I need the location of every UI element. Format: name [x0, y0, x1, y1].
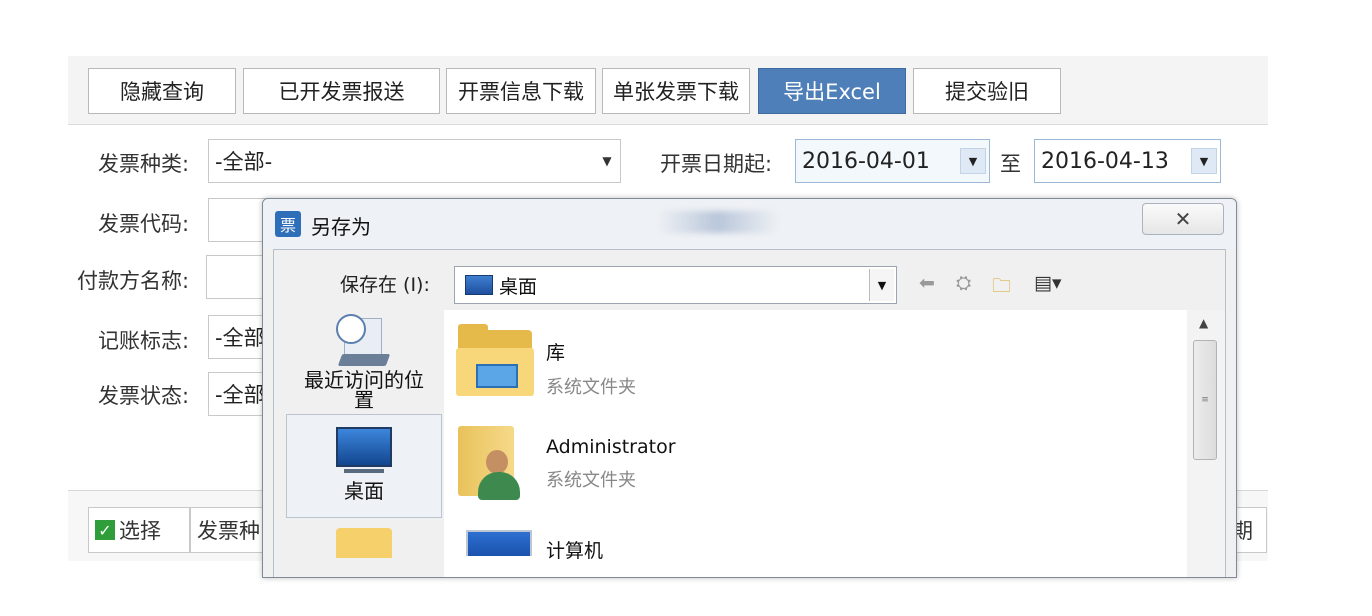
blurred-title-region — [658, 211, 778, 233]
file-type: 系统文件夹 — [546, 470, 636, 491]
download-invoice-info-button[interactable]: 开票信息下载 — [446, 68, 596, 114]
place-recent[interactable]: 最近访问的位置 — [286, 314, 442, 410]
save-in-value: 桌面 — [499, 275, 538, 298]
dialog-title: 另存为 — [311, 215, 371, 239]
posting-flag-value: -全部 — [215, 326, 265, 350]
file-type: 系统文件夹 — [546, 377, 636, 398]
invoice-type-select[interactable]: -全部- ▼ — [208, 139, 621, 183]
library-folder-icon — [456, 324, 536, 398]
place-desktop[interactable]: 桌面 — [286, 414, 442, 518]
folder-icon — [336, 528, 392, 558]
select-label: 选择 — [119, 519, 161, 543]
date-from-value: 2016-04-01 — [802, 148, 930, 174]
report-issued-invoices-button[interactable]: 已开发票报送 — [243, 68, 440, 114]
export-excel-button[interactable]: 导出Excel — [758, 68, 906, 114]
file-list: 库 系统文件夹 Administrator 系统文件夹 计算机 ▲ ≡ — [444, 310, 1225, 577]
back-arrow-icon[interactable]: ⬅ — [919, 272, 935, 294]
new-folder-icon[interactable]: 🗀 — [992, 272, 1011, 304]
download-single-invoice-button[interactable]: 单张发票下载 — [602, 68, 750, 114]
invoice-code-label: 发票代码: — [98, 212, 190, 236]
scroll-up-icon[interactable]: ▲ — [1199, 316, 1208, 330]
app-icon: 票 — [275, 211, 301, 237]
list-item[interactable]: Administrator 系统文件夹 — [456, 420, 676, 500]
save-as-dialog: 票 另存为 ✕ 保存在 (I): 桌面 ▼ ⬅ ⛭ 🗀 ▤▾ 最近访问的位置 桌… — [262, 198, 1237, 578]
save-in-label: 保存在 (I): — [340, 274, 430, 296]
close-icon: ✕ — [1174, 207, 1192, 231]
vertical-scrollbar[interactable]: ▲ ≡ — [1187, 310, 1225, 577]
desktop-icon — [465, 275, 493, 295]
scrollbar-thumb[interactable]: ≡ — [1193, 340, 1217, 460]
invoice-type-column-label: 发票种 — [197, 519, 260, 543]
chevron-down-icon[interactable]: ▼ — [1191, 148, 1217, 174]
date-from-field[interactable]: 2016-04-01 ▼ — [795, 139, 990, 183]
places-bar: 最近访问的位置 桌面 — [286, 310, 442, 577]
place-libraries[interactable] — [286, 520, 442, 577]
checkbox-icon[interactable]: ✓ — [95, 520, 115, 540]
submit-verify-old-button[interactable]: 提交验旧 — [913, 68, 1061, 114]
posting-flag-label: 记账标志: — [98, 329, 190, 353]
up-folder-icon[interactable]: ⛭ — [956, 272, 971, 294]
date-to-label: 至 — [1000, 152, 1021, 176]
list-item[interactable]: 库 系统文件夹 — [456, 324, 636, 399]
invoice-status-label: 发票状态: — [98, 384, 190, 408]
invoice-type-value: -全部- — [215, 150, 273, 174]
file-name: Administrator — [546, 436, 676, 458]
list-item[interactable]: 计算机 — [456, 524, 603, 563]
payer-name-label: 付款方名称: — [77, 269, 190, 293]
date-to-value: 2016-04-13 — [1041, 148, 1169, 174]
invoice-status-value: -全部 — [215, 383, 265, 407]
chevron-down-icon[interactable]: ▼ — [869, 269, 894, 301]
chevron-down-icon[interactable]: ▼ — [960, 148, 986, 174]
invoice-type-column-header[interactable]: 发票种 — [190, 507, 270, 553]
computer-icon — [456, 524, 532, 556]
dialog-body: 保存在 (I): 桌面 ▼ ⬅ ⛭ 🗀 ▤▾ 最近访问的位置 桌面 库 系统文件… — [273, 249, 1226, 577]
place-desktop-label: 桌面 — [344, 479, 384, 503]
place-recent-label: 最近访问的位置 — [304, 368, 424, 412]
invoice-type-label: 发票种类: — [98, 152, 190, 176]
date-from-label: 开票日期起: — [660, 152, 773, 176]
recent-places-icon — [334, 314, 394, 366]
close-button[interactable]: ✕ — [1142, 203, 1224, 235]
date-to-field[interactable]: 2016-04-13 ▼ — [1034, 139, 1221, 183]
dialog-titlebar[interactable]: 票 另存为 ✕ — [263, 199, 1236, 249]
select-column-header[interactable]: ✓ 选择 — [88, 507, 190, 553]
view-menu-icon[interactable]: ▤▾ — [1034, 272, 1062, 294]
file-name: 计算机 — [546, 540, 604, 562]
chevron-down-icon[interactable]: ▼ — [594, 140, 620, 182]
save-in-select[interactable]: 桌面 ▼ — [454, 266, 897, 304]
hide-query-button[interactable]: 隐藏查询 — [88, 68, 236, 114]
desktop-icon — [336, 427, 392, 473]
user-folder-icon — [456, 420, 532, 500]
file-name: 库 — [546, 342, 566, 364]
